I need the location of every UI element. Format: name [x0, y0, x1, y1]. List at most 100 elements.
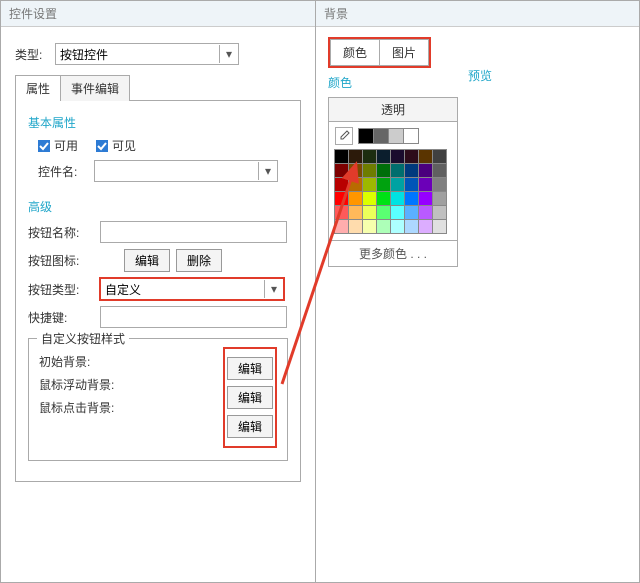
- click-bg-edit-button[interactable]: 编辑: [227, 415, 273, 438]
- swatch[interactable]: [376, 149, 391, 164]
- swatch[interactable]: [432, 191, 447, 206]
- swatch[interactable]: [390, 163, 405, 178]
- swatch[interactable]: [362, 177, 377, 192]
- swatch[interactable]: [404, 163, 419, 178]
- swatch[interactable]: [432, 149, 447, 164]
- button-type-combo[interactable]: ▾: [100, 278, 284, 300]
- tab-attributes[interactable]: 属性: [15, 75, 61, 101]
- basic-section-title: 基本属性: [28, 114, 288, 131]
- swatch[interactable]: [376, 163, 391, 178]
- swatch[interactable]: [376, 191, 391, 206]
- chevron-down-icon[interactable]: ▾: [264, 280, 283, 298]
- type-combo-input[interactable]: [56, 47, 219, 61]
- swatch[interactable]: [334, 177, 349, 192]
- swatch[interactable]: [432, 163, 447, 178]
- button-icon-label: 按钮图标:: [28, 252, 100, 269]
- advanced-section-title: 高级: [28, 198, 288, 215]
- swatch[interactable]: [334, 163, 349, 178]
- swatch[interactable]: [404, 205, 419, 220]
- init-bg-label: 初始背景:: [39, 353, 90, 370]
- shortcut-input[interactable]: [100, 306, 287, 328]
- icon-edit-button[interactable]: 编辑: [124, 249, 170, 272]
- tab-pane-attributes: 基本属性 可用 可见 控件名: ▾: [15, 100, 301, 482]
- swatch[interactable]: [404, 149, 419, 164]
- swatch[interactable]: [404, 191, 419, 206]
- picker-swatches[interactable]: [359, 128, 419, 144]
- control-name-input[interactable]: [95, 164, 258, 178]
- tab-image[interactable]: 图片: [380, 39, 429, 66]
- type-label: 类型:: [15, 46, 55, 63]
- swatch[interactable]: [373, 128, 389, 144]
- more-colors-button[interactable]: 更多颜色 . . .: [329, 240, 457, 266]
- palette-title: 透明: [329, 98, 457, 122]
- swatch[interactable]: [418, 205, 433, 220]
- color-subhead: 颜色: [328, 74, 458, 91]
- swatch[interactable]: [362, 163, 377, 178]
- left-panel-title: 控件设置: [1, 1, 315, 27]
- custom-style-fieldset: 自定义按钮样式 初始背景: 鼠标浮动背景: 鼠标点击背景: 编辑 编辑 编辑: [28, 338, 288, 461]
- right-panel-title: 背景: [316, 1, 639, 27]
- enable-checkbox[interactable]: 可用: [38, 137, 78, 154]
- swatch[interactable]: [348, 191, 363, 206]
- swatch[interactable]: [390, 219, 405, 234]
- chevron-down-icon[interactable]: ▾: [219, 45, 238, 63]
- swatch[interactable]: [348, 149, 363, 164]
- icon-delete-button[interactable]: 删除: [176, 249, 222, 272]
- swatch[interactable]: [418, 191, 433, 206]
- swatch[interactable]: [334, 191, 349, 206]
- swatch[interactable]: [348, 163, 363, 178]
- chevron-down-icon[interactable]: ▾: [258, 162, 277, 180]
- swatch[interactable]: [418, 219, 433, 234]
- hover-bg-edit-button[interactable]: 编辑: [227, 386, 273, 409]
- swatch[interactable]: [390, 177, 405, 192]
- control-name-label: 控件名:: [38, 163, 94, 180]
- swatch[interactable]: [334, 205, 349, 220]
- swatch[interactable]: [403, 128, 419, 144]
- swatch[interactable]: [358, 128, 374, 144]
- swatch[interactable]: [388, 128, 404, 144]
- swatch[interactable]: [334, 149, 349, 164]
- swatch[interactable]: [418, 177, 433, 192]
- swatch[interactable]: [418, 163, 433, 178]
- init-bg-edit-button[interactable]: 编辑: [227, 357, 273, 380]
- swatch[interactable]: [418, 149, 433, 164]
- swatch[interactable]: [348, 205, 363, 220]
- swatch[interactable]: [348, 219, 363, 234]
- hover-bg-label: 鼠标浮动背景:: [39, 376, 114, 393]
- check-icon: [38, 140, 50, 152]
- swatch[interactable]: [362, 219, 377, 234]
- preview-subhead: 预览: [468, 67, 627, 84]
- edit-buttons-highlight: 编辑 编辑 编辑: [223, 347, 277, 448]
- tab-color[interactable]: 颜色: [330, 39, 380, 66]
- button-name-label: 按钮名称:: [28, 224, 100, 241]
- swatch[interactable]: [390, 149, 405, 164]
- swatch[interactable]: [432, 219, 447, 234]
- swatch[interactable]: [390, 191, 405, 206]
- right-tabs: 颜色 图片: [330, 39, 429, 66]
- swatch[interactable]: [404, 177, 419, 192]
- custom-style-legend: 自定义按钮样式: [37, 330, 129, 347]
- tab-event-edit[interactable]: 事件编辑: [60, 75, 130, 101]
- visible-checkbox[interactable]: 可见: [96, 137, 136, 154]
- background-panel: 背景 颜色 图片 颜色 透明: [316, 0, 640, 583]
- eyedropper-icon[interactable]: [335, 127, 353, 145]
- swatch[interactable]: [362, 149, 377, 164]
- swatch[interactable]: [362, 205, 377, 220]
- swatch[interactable]: [362, 191, 377, 206]
- button-type-input[interactable]: [101, 282, 264, 296]
- control-settings-panel: 控件设置 类型: ▾ 属性 事件编辑 基本属性: [0, 0, 316, 583]
- type-combo[interactable]: ▾: [55, 43, 239, 65]
- swatch[interactable]: [376, 219, 391, 234]
- swatch[interactable]: [376, 177, 391, 192]
- swatch[interactable]: [404, 219, 419, 234]
- control-name-combo[interactable]: ▾: [94, 160, 278, 182]
- color-grid[interactable]: [329, 150, 457, 240]
- button-name-input[interactable]: [100, 221, 287, 243]
- swatch[interactable]: [432, 205, 447, 220]
- swatch[interactable]: [334, 219, 349, 234]
- swatch[interactable]: [376, 205, 391, 220]
- color-palette-panel: 透明 更多颜色 . . .: [328, 97, 458, 267]
- swatch[interactable]: [432, 177, 447, 192]
- swatch[interactable]: [390, 205, 405, 220]
- swatch[interactable]: [348, 177, 363, 192]
